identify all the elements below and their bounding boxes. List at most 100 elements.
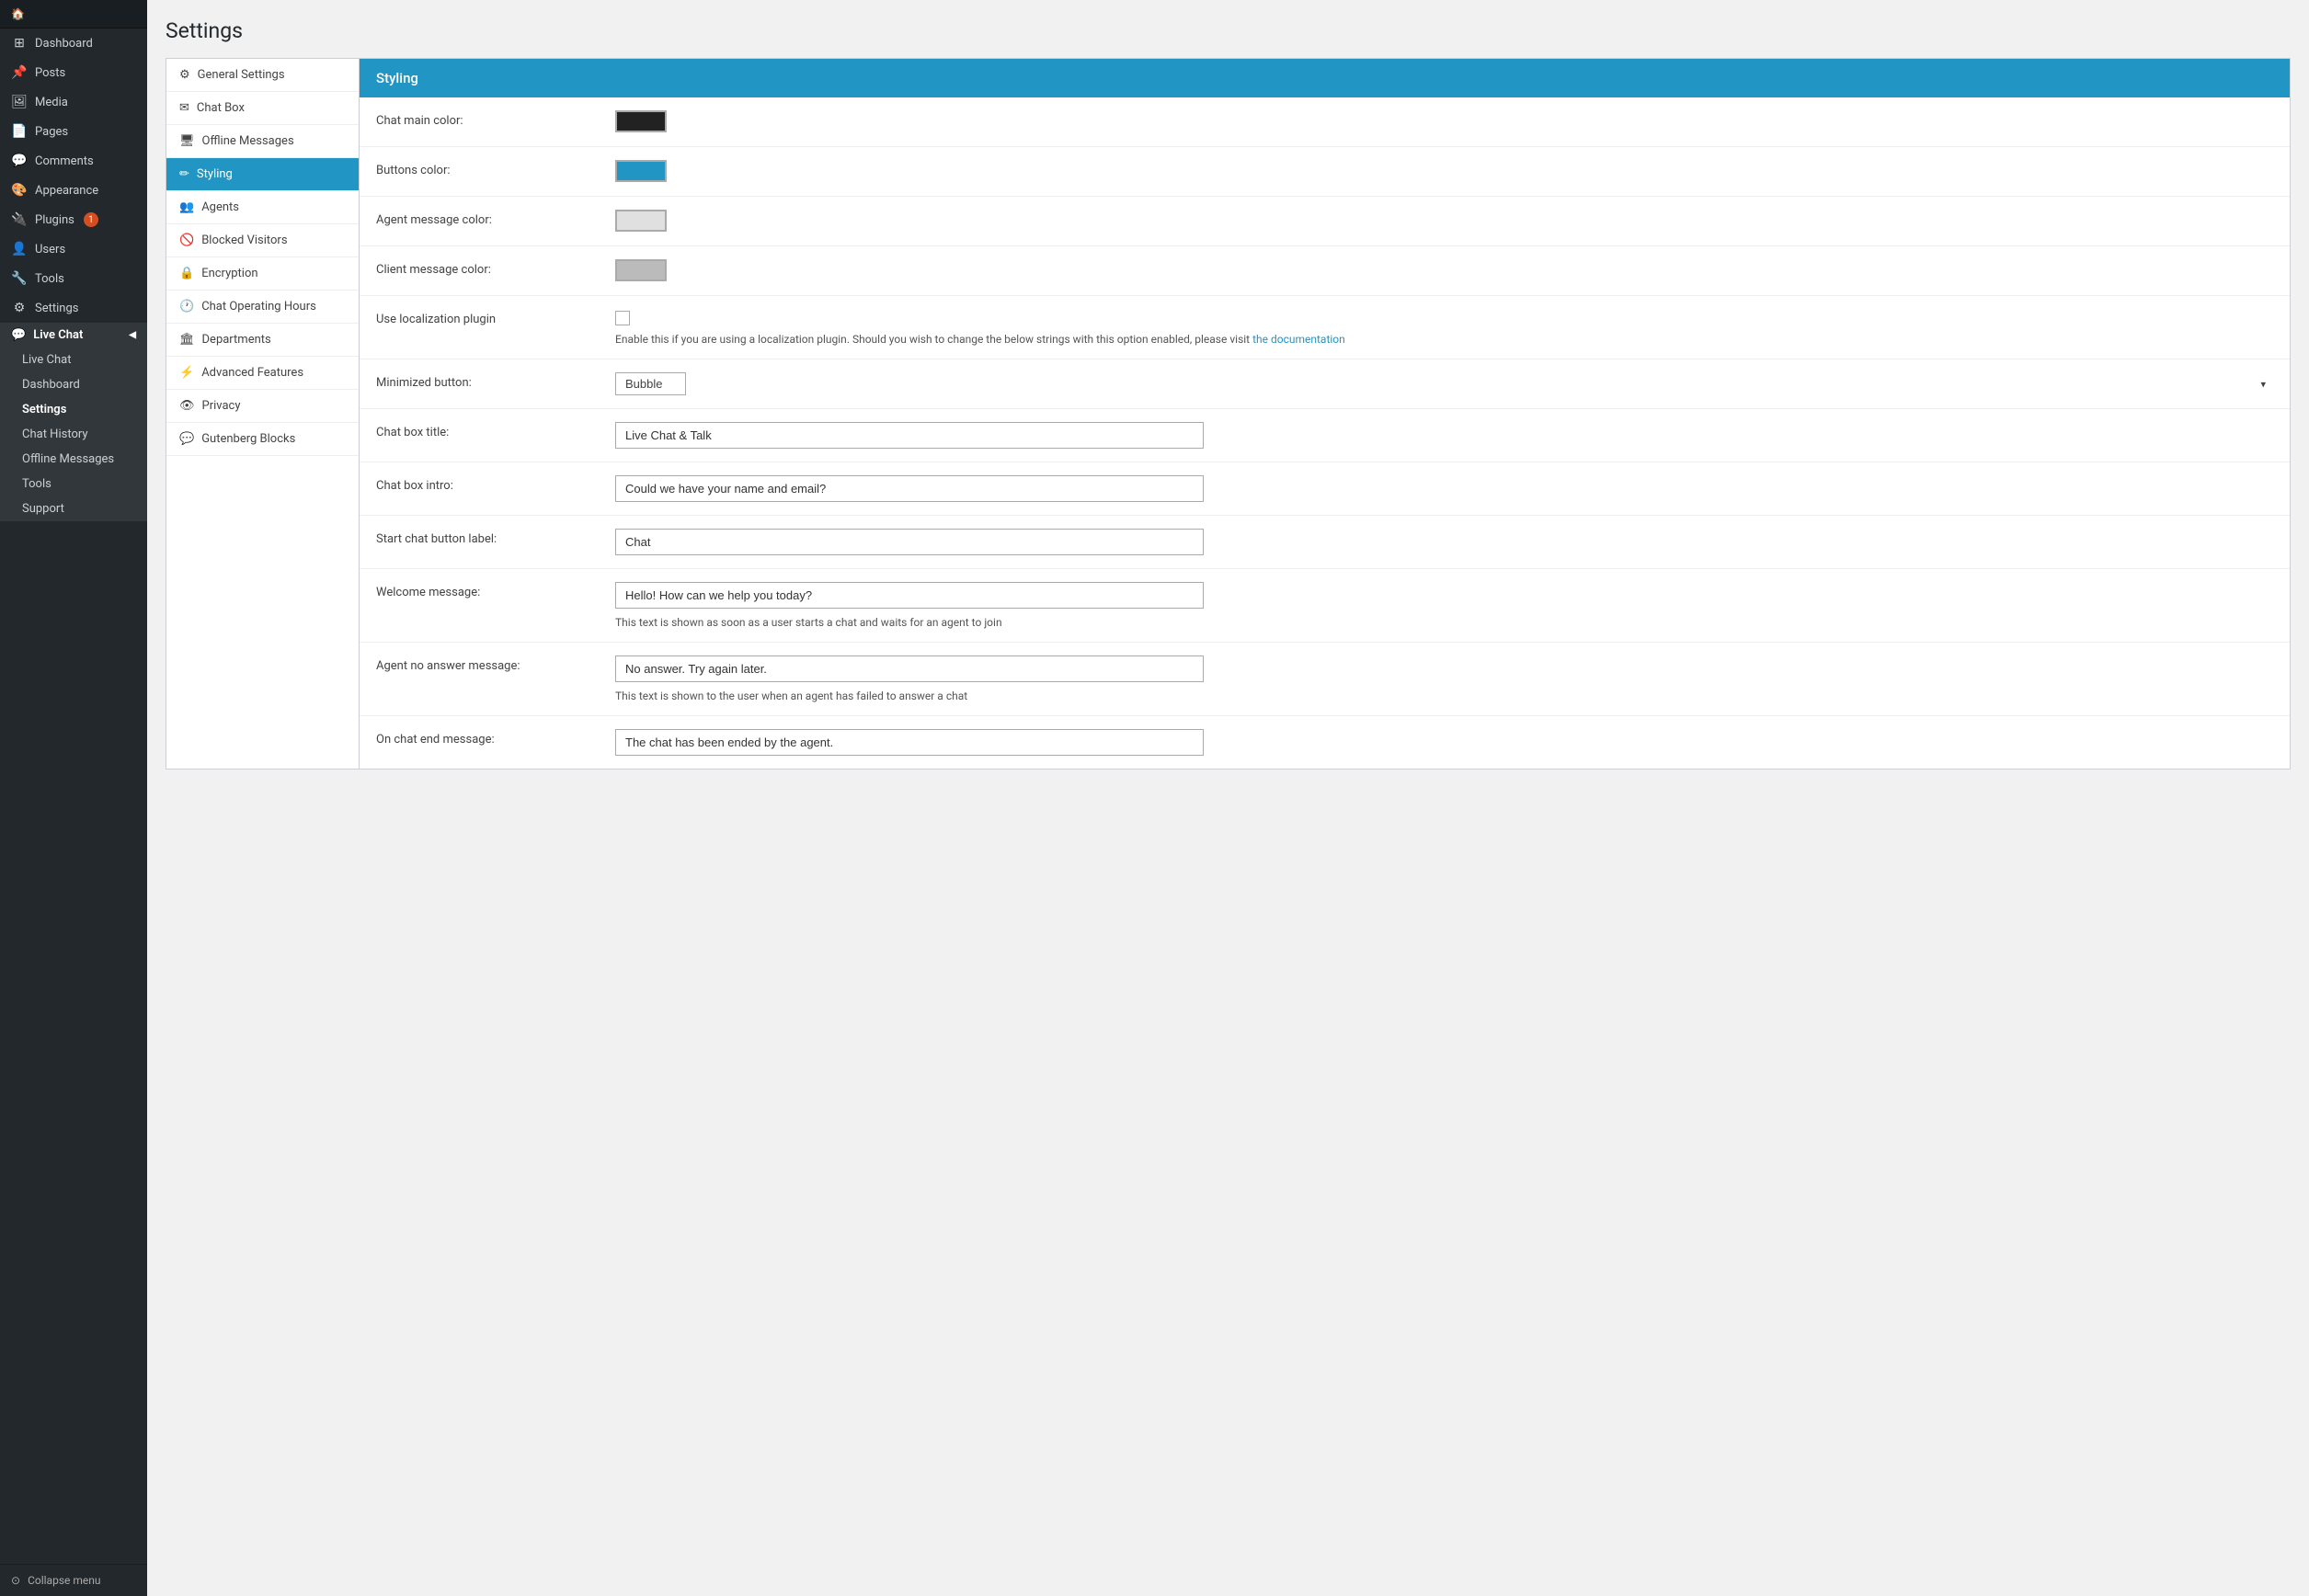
posts-icon: 📌: [11, 65, 28, 80]
encryption-icon: 🔒: [179, 267, 194, 280]
agent-message-color-swatch[interactable]: [615, 210, 667, 232]
buttons-color-swatch[interactable]: [615, 160, 667, 182]
sidebar-item-dashboard[interactable]: Dashboard: [0, 372, 147, 397]
control-on-chat-end-message: [615, 729, 2273, 756]
row-chat-box-intro: Chat box intro:: [360, 462, 2290, 516]
chat-box-title-input[interactable]: [615, 422, 1204, 449]
agents-icon: 👥: [179, 200, 194, 214]
nav-comments[interactable]: 💬 Comments: [0, 146, 147, 176]
pages-icon: 📄: [11, 124, 28, 139]
agent-no-answer-hint: This text is shown to the user when an a…: [615, 690, 2273, 702]
row-start-chat-button-label: Start chat button label:: [360, 516, 2290, 569]
nav-tools[interactable]: 🔧 Tools: [0, 264, 147, 293]
live-chat-submenu: Live Chat Dashboard Settings Chat Histor…: [0, 348, 147, 521]
settings-nav-blocked-visitors[interactable]: 🚫 Blocked Visitors: [166, 224, 359, 257]
label-minimized-button: Minimized button:: [376, 372, 615, 390]
nav-appearance[interactable]: 🎨 Appearance: [0, 176, 147, 205]
localization-plugin-checkbox[interactable]: [615, 311, 630, 325]
settings-nav-general[interactable]: ⚙ General Settings: [166, 59, 359, 92]
minimized-button-select-wrapper: Bubble Tab None: [615, 372, 2273, 395]
control-start-chat-button: [615, 529, 2273, 555]
sidebar-item-offline-messages[interactable]: Offline Messages: [0, 447, 147, 472]
nav-posts[interactable]: 📌 Posts: [0, 58, 147, 87]
control-chat-box-intro: [615, 475, 2273, 502]
sidebar-item-live-chat[interactable]: Live Chat: [0, 348, 147, 372]
control-localization-plugin: Enable this if you are using a localizat…: [615, 309, 2273, 346]
chat-box-intro-input[interactable]: [615, 475, 1204, 502]
blocked-visitors-icon: 🚫: [179, 234, 194, 247]
row-welcome-message: Welcome message: This text is shown as s…: [360, 569, 2290, 643]
control-agent-message-color: [615, 210, 2273, 232]
sidebar-item-chat-history[interactable]: Chat History: [0, 422, 147, 447]
row-minimized-button: Minimized button: Bubble Tab None: [360, 359, 2290, 409]
sidebar-item-support[interactable]: Support: [0, 496, 147, 521]
dashboard-icon: ⊞: [11, 36, 28, 51]
collapse-menu-button[interactable]: ⊙ Collapse menu: [0, 1564, 147, 1596]
nav-dashboard[interactable]: ⊞ Dashboard: [0, 28, 147, 58]
label-on-chat-end-message: On chat end message:: [376, 729, 615, 747]
nav-settings[interactable]: ⚙ Settings: [0, 293, 147, 323]
label-client-message-color: Client message color:: [376, 259, 615, 277]
settings-nav-offline-messages[interactable]: 🖥 Offline Messages: [166, 125, 359, 158]
page-title: Settings: [166, 18, 2291, 43]
settings-content: Styling Chat main color: Buttons color: …: [360, 59, 2290, 769]
label-buttons-color: Buttons color:: [376, 160, 615, 177]
row-client-message-color: Client message color:: [360, 246, 2290, 296]
label-start-chat-button: Start chat button label:: [376, 529, 615, 546]
chat-main-color-swatch[interactable]: [615, 110, 667, 132]
on-chat-end-input[interactable]: [615, 729, 1204, 756]
label-welcome-message: Welcome message:: [376, 582, 615, 599]
privacy-icon: 👁: [179, 399, 195, 413]
row-chat-box-title: Chat box title:: [360, 409, 2290, 462]
settings-nav-encryption[interactable]: 🔒 Encryption: [166, 257, 359, 291]
control-client-message-color: [615, 259, 2273, 281]
row-on-chat-end-message: On chat end message:: [360, 716, 2290, 769]
label-agent-message-color: Agent message color:: [376, 210, 615, 227]
label-chat-box-intro: Chat box intro:: [376, 475, 615, 493]
localization-plugin-hint: Enable this if you are using a localizat…: [615, 333, 2273, 346]
styling-icon: ✏: [179, 167, 189, 181]
settings-icon: ⚙: [11, 301, 28, 315]
settings-nav-styling[interactable]: ✏ Styling: [166, 158, 359, 191]
label-chat-main-color: Chat main color:: [376, 110, 615, 128]
chat-box-icon: ✉: [179, 101, 189, 115]
operating-hours-icon: 🕐: [179, 300, 194, 314]
welcome-message-hint: This text is shown as soon as a user sta…: [615, 616, 2273, 629]
nav-users[interactable]: 👤 Users: [0, 234, 147, 264]
client-message-color-swatch[interactable]: [615, 259, 667, 281]
settings-nav: ⚙ General Settings ✉ Chat Box 🖥 Offline …: [166, 59, 360, 769]
comments-icon: 💬: [11, 154, 28, 168]
agent-no-answer-input[interactable]: [615, 656, 1204, 682]
site-name: 🏠: [0, 0, 147, 28]
settings-nav-operating-hours[interactable]: 🕐 Chat Operating Hours: [166, 291, 359, 324]
minimized-button-select[interactable]: Bubble Tab None: [615, 372, 686, 395]
users-icon: 👤: [11, 242, 28, 256]
live-chat-section[interactable]: 💬 Live Chat ◀: [0, 323, 147, 348]
live-chat-section-icon: 💬: [11, 328, 26, 342]
settings-nav-agents[interactable]: 👥 Agents: [166, 191, 359, 224]
settings-nav-departments[interactable]: 🏛 Departments: [166, 324, 359, 357]
row-buttons-color: Buttons color:: [360, 147, 2290, 197]
sidebar-item-tools[interactable]: Tools: [0, 472, 147, 496]
plugins-icon: 🔌: [11, 212, 28, 227]
control-chat-main-color: [615, 110, 2273, 132]
settings-nav-advanced-features[interactable]: ⚡ Advanced Features: [166, 357, 359, 390]
gutenberg-icon: 💬: [179, 432, 194, 446]
nav-media[interactable]: 🖼 Media: [0, 87, 147, 117]
settings-nav-privacy[interactable]: 👁 Privacy: [166, 390, 359, 423]
label-agent-no-answer-message: Agent no answer message:: [376, 656, 615, 673]
welcome-message-input[interactable]: [615, 582, 1204, 609]
sidebar-item-settings[interactable]: Settings: [0, 397, 147, 422]
main-content: Settings ⚙ General Settings ✉ Chat Box 🖥…: [147, 0, 2309, 1596]
settings-nav-gutenberg[interactable]: 💬 Gutenberg Blocks: [166, 423, 359, 456]
nav-plugins[interactable]: 🔌 Plugins 1: [0, 205, 147, 234]
start-chat-button-input[interactable]: [615, 529, 1204, 555]
label-localization-plugin: Use localization plugin: [376, 309, 615, 326]
advanced-features-icon: ⚡: [179, 366, 194, 380]
section-header-styling: Styling: [360, 59, 2290, 97]
tools-icon: 🔧: [11, 271, 28, 286]
admin-sidebar: 🏠 ⊞ Dashboard 📌 Posts 🖼 Media 📄 Pages 💬 …: [0, 0, 147, 1596]
nav-pages[interactable]: 📄 Pages: [0, 117, 147, 146]
settings-nav-chat-box[interactable]: ✉ Chat Box: [166, 92, 359, 125]
documentation-link[interactable]: the documentation: [1252, 333, 1345, 346]
